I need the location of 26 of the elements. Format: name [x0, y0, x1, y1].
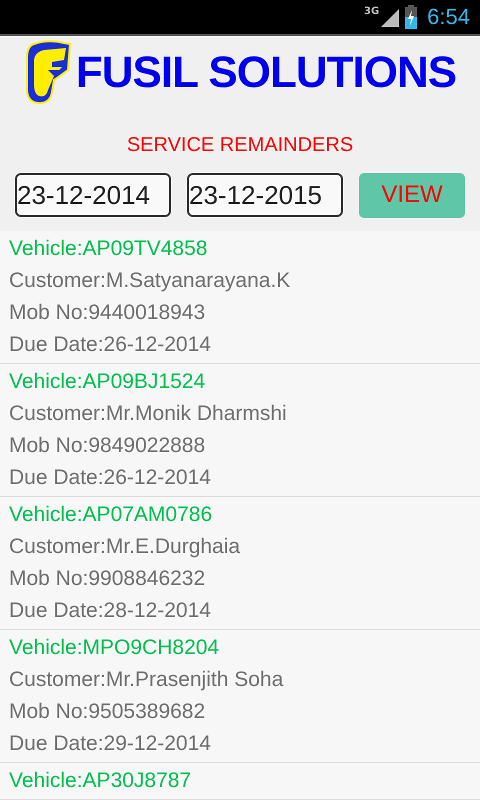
from-date-field[interactable]: 23-12-2014	[15, 173, 171, 218]
screen-title: SERVICE REMAINDERS	[126, 134, 354, 157]
mobile-number: Mob No:9908846232	[9, 566, 206, 592]
customer-name: Customer:Mr.E.Durghaia	[9, 534, 240, 560]
vehicle-number: Vehicle:AP07AM0786	[9, 502, 212, 528]
customer-name: Customer:Mr.Prasenjith Soha	[9, 667, 284, 693]
vehicle-number: Vehicle:AP09BJ1524	[9, 369, 206, 395]
vehicle-number: Vehicle:AP09TV4858	[9, 236, 208, 262]
brand-name: FUSIL SOLUTIONS	[76, 48, 456, 98]
due-date: Due Date:26-12-2014	[9, 332, 211, 358]
clock: 6:54	[427, 4, 470, 30]
mobile-number: Mob No:9849022888	[9, 433, 206, 459]
network-type: 3G	[364, 6, 380, 17]
logo-icon	[24, 40, 72, 106]
vehicle-number: Vehicle:AP30J8787	[9, 768, 192, 794]
signal-icon	[379, 6, 400, 27]
customer-name: Customer:Mr.Monik Dharmshi	[9, 401, 287, 427]
battery-icon	[405, 4, 418, 29]
vehicle-number: Vehicle:MPO9CH8204	[9, 635, 220, 661]
due-date: Due Date:29-12-2014	[9, 731, 211, 757]
to-date-field[interactable]: 23-12-2015	[187, 173, 343, 218]
mobile-number: Mob No:9440018943	[9, 300, 206, 326]
due-date: Due Date:28-12-2014	[9, 598, 211, 624]
customer-name: Customer:M.Satyanarayana.K	[9, 268, 290, 294]
due-date: Due Date:26-12-2014	[9, 465, 211, 491]
mobile-number: Mob No:9505389682	[9, 699, 206, 725]
